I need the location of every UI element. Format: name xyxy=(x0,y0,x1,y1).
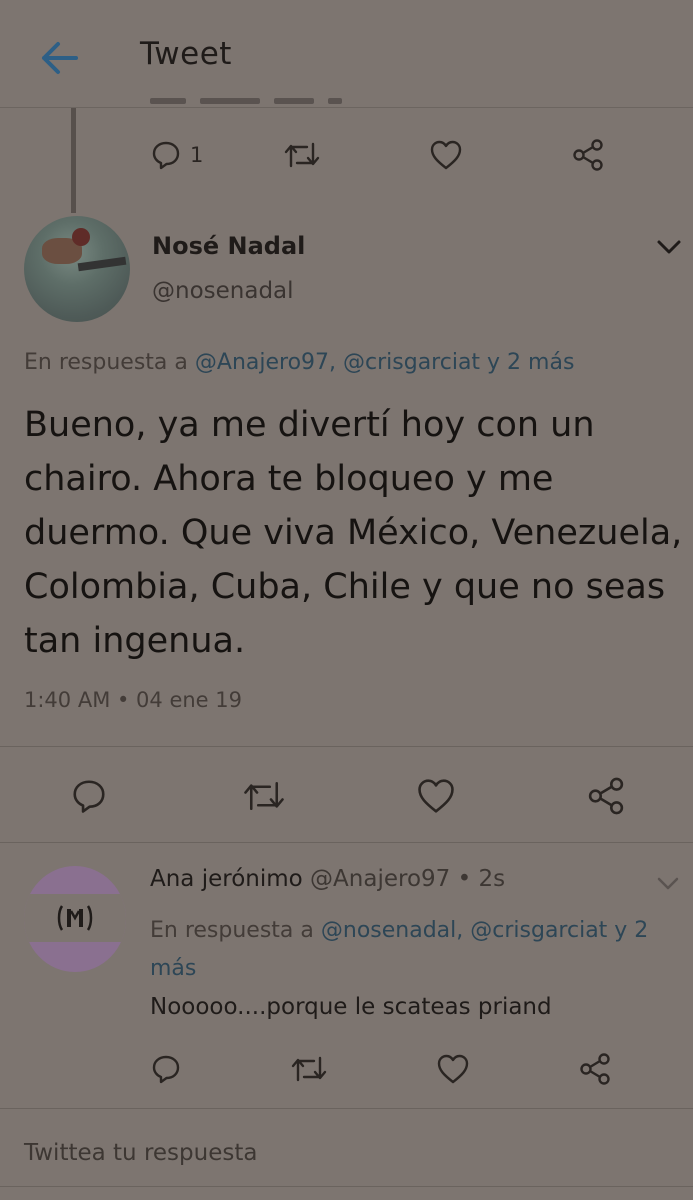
like-icon xyxy=(431,140,462,170)
main-tweet-actions xyxy=(70,776,626,816)
like-button[interactable] xyxy=(436,1053,470,1085)
like-button[interactable] xyxy=(429,139,463,171)
reply-avatar[interactable] xyxy=(24,866,126,972)
reply-button[interactable] xyxy=(150,1053,182,1085)
reply-icon xyxy=(152,141,180,170)
like-icon xyxy=(437,1054,469,1084)
tweet-body: Bueno, ya me divertí hoy con un chairo. … xyxy=(24,405,683,661)
reply-icon xyxy=(73,780,105,813)
reply-button[interactable]: 1 xyxy=(150,139,203,171)
emblem-icon xyxy=(57,905,93,931)
tweet-detail-screen: Tweet 1 Nosé Nadal @nosenadal En respues… xyxy=(0,0,693,1200)
chevron-down-icon[interactable] xyxy=(656,238,682,256)
back-arrow-icon[interactable] xyxy=(36,38,82,78)
app-header: Tweet xyxy=(0,0,693,108)
share-icon xyxy=(588,777,624,815)
divider xyxy=(0,1186,693,1187)
retweet-icon xyxy=(244,781,284,811)
retweet-button[interactable] xyxy=(283,139,321,171)
share-button[interactable] xyxy=(571,138,605,172)
reply-author-handle[interactable]: @Anajero97 xyxy=(310,866,450,892)
divider xyxy=(0,1108,693,1109)
reply-author-display-name[interactable]: Ana jerónimo xyxy=(150,866,303,892)
retweet-icon xyxy=(291,1056,327,1082)
reply-tweet-body: Nooooo....porque le scateas priand xyxy=(150,994,552,1020)
reply-button[interactable] xyxy=(70,777,108,815)
thread-connector-line xyxy=(71,108,76,213)
avatar[interactable] xyxy=(24,216,130,322)
retweet-button[interactable] xyxy=(290,1053,328,1085)
chevron-down-icon[interactable] xyxy=(656,876,680,892)
retweet-button[interactable] xyxy=(242,777,286,815)
like-icon xyxy=(418,779,454,813)
reply-context: En respuesta a @Anajero97, @crisgarciat … xyxy=(24,350,684,375)
divider xyxy=(0,842,693,843)
reply-count: 1 xyxy=(190,143,204,167)
reply-prefix: En respuesta a xyxy=(24,350,188,375)
compose-reply-input[interactable]: Twittea tu respuesta xyxy=(24,1140,257,1166)
reply-icon xyxy=(152,1055,180,1084)
reply-prefix: En respuesta a xyxy=(150,918,314,943)
author-handle[interactable]: @nosenadal xyxy=(152,278,294,304)
share-icon xyxy=(580,1053,610,1085)
author-display-name[interactable]: Nosé Nadal xyxy=(152,232,305,260)
reply-tweet-actions xyxy=(150,1052,612,1086)
divider xyxy=(0,746,693,747)
reply-context: En respuesta a @nosenadal, @crisgarciat … xyxy=(150,912,680,988)
share-button[interactable] xyxy=(586,776,626,816)
reply-mentions-link[interactable]: @Anajero97, @crisgarciat y 2 más xyxy=(195,350,575,375)
clipped-previous-tweet-text xyxy=(150,92,360,106)
page-title: Tweet xyxy=(140,36,232,72)
reply-time: • 2s xyxy=(457,866,506,892)
tweet-timestamp: 1:40 AM • 04 ene 19 xyxy=(24,688,242,712)
share-icon xyxy=(573,139,604,171)
retweet-icon xyxy=(285,142,320,168)
share-button[interactable] xyxy=(578,1052,612,1086)
reply-author-line: Ana jerónimo @Anajero97 • 2s xyxy=(150,866,505,892)
like-button[interactable] xyxy=(416,777,456,815)
parent-tweet-actions: 1 xyxy=(150,138,605,172)
